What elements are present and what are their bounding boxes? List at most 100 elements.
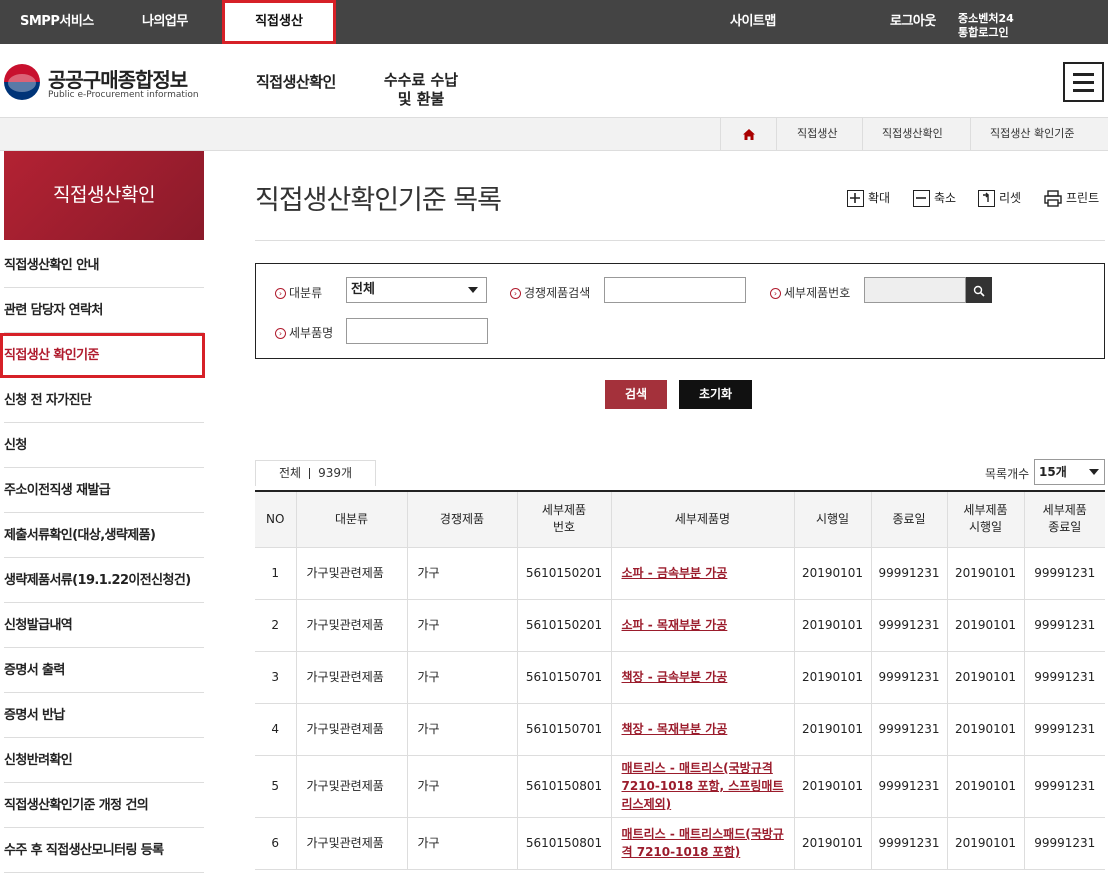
home-icon[interactable] (720, 118, 776, 151)
table-cell-code: 5610150801 (516, 754, 612, 818)
table-cell-dend: 99991231 (1023, 702, 1105, 756)
logo-title[interactable]: 공공구매종합정보 (48, 64, 188, 93)
gnb-direct-production-check[interactable]: 직접생산확인 (256, 71, 336, 92)
sitemap-link[interactable]: 사이트맵 (730, 0, 776, 44)
detail-no-search-button[interactable] (966, 277, 992, 303)
table-cell-dstart: 20190101 (946, 546, 1025, 600)
detail-no-label: › 세부제품번호 (770, 284, 850, 301)
sidebar-item-omitted-docs[interactable]: 생략제품서류(19.1.22이전신청건) (4, 558, 204, 603)
table-row: 1 가구및관련제품 가구 5610150201 소파 - 금속부분 가공 20190101… (255, 546, 1105, 600)
table-cell-no: 2 (255, 598, 297, 652)
table-row: 6 가구및관련제품 가구 5610150801 매트리스 - 매트리스패드(국방규격 7… (255, 816, 1105, 870)
reset-button[interactable]: 초기화 (679, 380, 752, 409)
table-cell-end: 99991231 (870, 546, 948, 600)
table-cell-code: 5610150801 (516, 816, 612, 870)
product-name-link[interactable]: 책장 - 목재부분 가공 (610, 702, 795, 756)
total-count-value: 939개 (318, 466, 353, 480)
breadcrumb-item-2[interactable]: 직접생산확인 (862, 118, 970, 151)
print-label: 프린트 (1066, 191, 1100, 205)
table-cell-code: 5610150201 (516, 598, 612, 652)
sidebar-item-revision[interactable]: 직접생산확인기준 개정 건의 (4, 783, 204, 828)
printer-icon (1044, 190, 1062, 207)
nav-direct-production[interactable]: 직접생산 (222, 0, 336, 44)
gnb-fee-payment-refund[interactable]: 수수료 수납 및 환불 (380, 71, 462, 109)
table-cell-cat: 가구및관련제품 (295, 650, 408, 704)
table-cell-dstart: 20190101 (946, 598, 1025, 652)
arrow-bullet-icon: › (275, 328, 286, 339)
minus-icon (913, 190, 930, 207)
table-cell-cat: 가구및관련제품 (295, 598, 408, 652)
sidebar-item-monitoring[interactable]: 수주 후 직접생산모니터링 등록 (4, 828, 204, 873)
table-cell-comp: 가구 (406, 816, 518, 870)
sidebar-item-issue-history[interactable]: 신청발급내역 (4, 603, 204, 648)
table-header-row: NO 대분류 경쟁제품 세부제품 번호 세부제품명 시행일 종료일 세부제품 시행일 세부제품 … (255, 490, 1105, 548)
sidebar-item-guide[interactable]: 직접생산확인 안내 (4, 243, 204, 288)
nav-smpp-service[interactable]: SMPP서비스 (20, 0, 94, 44)
site-header: 공공구매종합정보 Public e-Procurement informatio… (0, 44, 1108, 118)
top-utility-bar: SMPP서비스 나의업무 직접생산 사이트맵 로그아웃 중소벤처24 통합로그인 (0, 0, 1108, 44)
column-header: 세부제품명 (610, 490, 795, 548)
sidebar-item-docs-check[interactable]: 제출서류확인(대상,생략제품) (4, 513, 204, 558)
total-count: 전체 939개 (255, 460, 376, 486)
product-name-link[interactable]: 소파 - 금속부분 가공 (610, 546, 795, 600)
integrated-login-link[interactable]: 중소벤처24 통합로그인 (958, 12, 1014, 40)
hamburger-menu-button[interactable] (1063, 62, 1104, 102)
chevron-down-icon (468, 287, 478, 293)
product-name-link[interactable]: 소파 - 목재부분 가공 (610, 598, 795, 652)
pagesize-select[interactable]: 15개 (1034, 459, 1105, 485)
arrow-bullet-icon: › (275, 288, 286, 299)
sidebar-item-self-diagnosis[interactable]: 신청 전 자가진단 (4, 378, 204, 423)
column-header: 세부제품 종료일 (1023, 490, 1105, 548)
chevron-down-icon (1089, 469, 1099, 475)
table-cell-dstart: 20190101 (946, 650, 1025, 704)
sidebar-menu: 직접생산확인 안내 관련 담당자 연락처 직접생산 확인기준 신청 전 자가진단… (0, 243, 205, 873)
product-name-link[interactable]: 매트리스 - 매트리스패드(국방규격 7210-1018 포함) (610, 816, 795, 870)
breadcrumb-item-3[interactable]: 직접생산 확인기준 (970, 118, 1108, 151)
detail-name-input[interactable] (346, 318, 488, 344)
table-cell-cat: 가구및관련제품 (295, 816, 408, 870)
detail-no-input[interactable] (864, 277, 966, 303)
breadcrumb-item-1[interactable]: 직접생산 (776, 118, 862, 151)
plus-icon (847, 190, 864, 207)
sidebar-item-reissue[interactable]: 주소이전직생 재발급 (4, 468, 204, 513)
table-cell-dstart: 20190101 (946, 816, 1025, 870)
table-cell-dend: 99991231 (1023, 546, 1105, 600)
category-label-text: 대분류 (289, 286, 323, 300)
search-button[interactable]: 검색 (605, 380, 667, 409)
sidebar-title: 직접생산확인 (4, 151, 204, 240)
sidebar-item-cert-print[interactable]: 증명서 출력 (4, 648, 204, 693)
logo-subtitle: Public e-Procurement information (48, 90, 199, 100)
zoom-in-button[interactable]: 확대 (847, 188, 890, 208)
column-header: NO (255, 490, 297, 548)
reset-zoom-button[interactable]: 리셋 (978, 188, 1021, 208)
nav-my-work[interactable]: 나의업무 (142, 0, 188, 44)
table-cell-no: 1 (255, 546, 297, 600)
table-cell-comp: 가구 (406, 754, 518, 818)
logo-emblem-icon[interactable] (4, 64, 40, 100)
zoom-out-button[interactable]: 축소 (913, 188, 956, 208)
print-button[interactable]: 프린트 (1044, 188, 1099, 208)
product-name-link[interactable]: 책장 - 금속부분 가공 (610, 650, 795, 704)
product-name-link[interactable]: 매트리스 - 매트리스(국방규격 7210-1018 포함, 스프링매트리스제외… (610, 754, 795, 818)
column-header: 세부제품 시행일 (946, 490, 1025, 548)
table-cell-end: 99991231 (870, 702, 948, 756)
table-cell-comp: 가구 (406, 650, 518, 704)
table-cell-dend: 99991231 (1023, 650, 1105, 704)
sidebar-item-contacts[interactable]: 관련 담당자 연락처 (4, 288, 204, 333)
table-cell-dend: 99991231 (1023, 754, 1105, 818)
product-search-input[interactable] (604, 277, 746, 303)
logout-link[interactable]: 로그아웃 (890, 0, 936, 44)
table-cell-end: 99991231 (870, 598, 948, 652)
sidebar-item-rejection[interactable]: 신청반려확인 (4, 738, 204, 783)
category-label: › 대분류 (275, 284, 322, 301)
sidebar-item-apply[interactable]: 신청 (4, 423, 204, 468)
category-select[interactable]: 전체 (346, 277, 487, 303)
breadcrumb: 직접생산 직접생산확인 직접생산 확인기준 (0, 118, 1108, 151)
integrated-login-line1: 중소벤처24 (958, 12, 1014, 25)
sidebar-item-criteria[interactable]: 직접생산 확인기준 (0, 333, 205, 378)
table-cell-end: 99991231 (870, 816, 948, 870)
table-cell-start: 20190101 (793, 650, 872, 704)
sidebar-item-cert-return[interactable]: 증명서 반납 (4, 693, 204, 738)
pagesize-value: 15개 (1039, 465, 1067, 479)
table-cell-cat: 가구및관련제품 (295, 702, 408, 756)
